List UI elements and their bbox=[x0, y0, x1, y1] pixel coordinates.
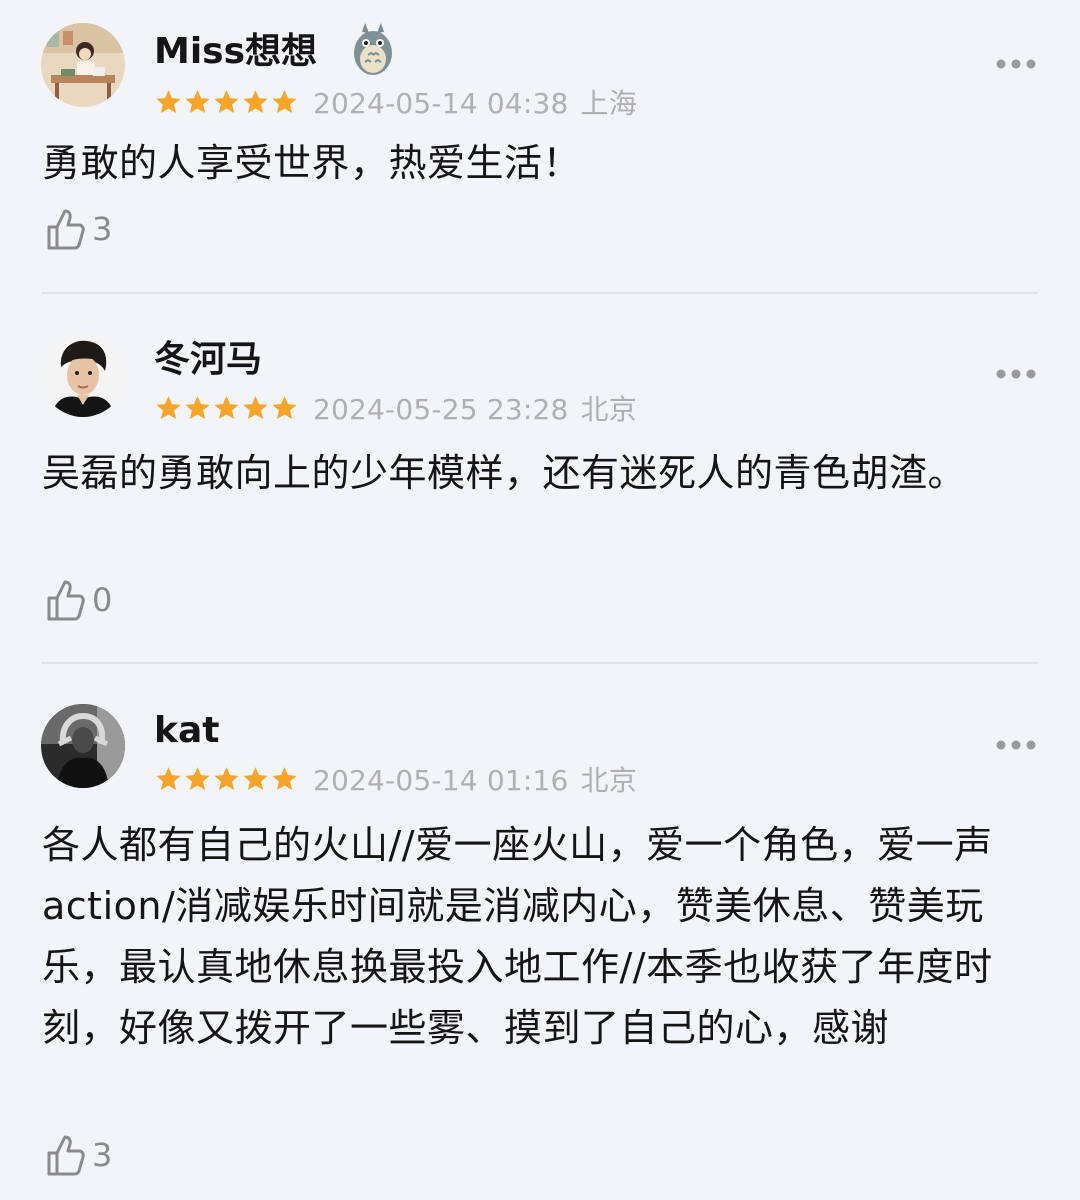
username[interactable]: kat bbox=[154, 711, 219, 751]
like-button[interactable]: 3 bbox=[46, 1131, 112, 1179]
star-icon bbox=[156, 395, 181, 419]
comment-meta: 2024-05-14 01:16 北京 bbox=[154, 762, 637, 797]
more-options-icon[interactable] bbox=[996, 367, 1036, 381]
like-button[interactable]: 0 bbox=[46, 576, 112, 624]
rating-stars bbox=[154, 88, 299, 117]
star-icon bbox=[272, 395, 297, 419]
avatar-photo-icon bbox=[41, 704, 125, 788]
more-options-icon[interactable] bbox=[996, 738, 1036, 752]
divider bbox=[41, 662, 1038, 664]
avatar[interactable] bbox=[41, 23, 125, 107]
star-icon bbox=[185, 395, 210, 419]
star-icon bbox=[243, 766, 268, 790]
comment-text: 吴磊的勇敢向上的少年模样，还有迷死人的青色胡渣。 bbox=[42, 451, 967, 495]
more-options-icon[interactable] bbox=[996, 57, 1036, 71]
thumbs-up-icon bbox=[47, 580, 85, 621]
like-count: 3 bbox=[92, 1136, 113, 1174]
star-icon bbox=[272, 766, 297, 790]
rating-stars bbox=[154, 765, 299, 794]
avatar[interactable] bbox=[41, 333, 125, 417]
star-icon bbox=[214, 395, 239, 419]
star-icon bbox=[156, 89, 181, 113]
star-icon bbox=[214, 89, 239, 113]
comment-date: 2024-05-25 23:28 bbox=[313, 393, 569, 426]
like-count: 0 bbox=[92, 581, 113, 619]
star-icon bbox=[185, 89, 210, 113]
comment-date: 2024-05-14 01:16 bbox=[313, 764, 569, 797]
avatar-portrait-icon bbox=[41, 333, 125, 417]
comment-location: 上海 bbox=[580, 87, 637, 120]
avatar-illustration-icon bbox=[41, 23, 125, 107]
like-count: 3 bbox=[92, 210, 113, 248]
star-icon bbox=[243, 395, 268, 419]
thumbs-up-icon bbox=[47, 209, 85, 250]
comment-location: 北京 bbox=[580, 764, 637, 797]
comment-text: 勇敢的人享受世界，热爱生活！ bbox=[42, 141, 582, 185]
comment-meta: 2024-05-25 23:28 北京 bbox=[154, 391, 637, 426]
comment-date: 2024-05-14 04:38 bbox=[313, 87, 569, 120]
totoro-badge-icon bbox=[350, 22, 396, 78]
comment-text: 各人都有自己的火山//爱一座火山，爱一个角色，爱一声 action/消减娱乐时间… bbox=[42, 823, 993, 1050]
star-icon bbox=[243, 89, 268, 113]
star-icon bbox=[156, 766, 181, 790]
star-icon bbox=[272, 89, 297, 113]
rating-stars bbox=[154, 394, 299, 423]
divider bbox=[41, 292, 1038, 294]
star-icon bbox=[185, 766, 210, 790]
comment-location: 北京 bbox=[580, 393, 637, 426]
comment-meta: 2024-05-14 04:38 上海 bbox=[154, 85, 637, 120]
like-button[interactable]: 3 bbox=[46, 205, 112, 253]
username[interactable]: Miss想想 bbox=[154, 32, 317, 72]
thumbs-up-icon bbox=[47, 1135, 85, 1176]
star-icon bbox=[214, 766, 239, 790]
avatar[interactable] bbox=[41, 704, 125, 788]
username[interactable]: 冬河马 bbox=[154, 340, 262, 380]
